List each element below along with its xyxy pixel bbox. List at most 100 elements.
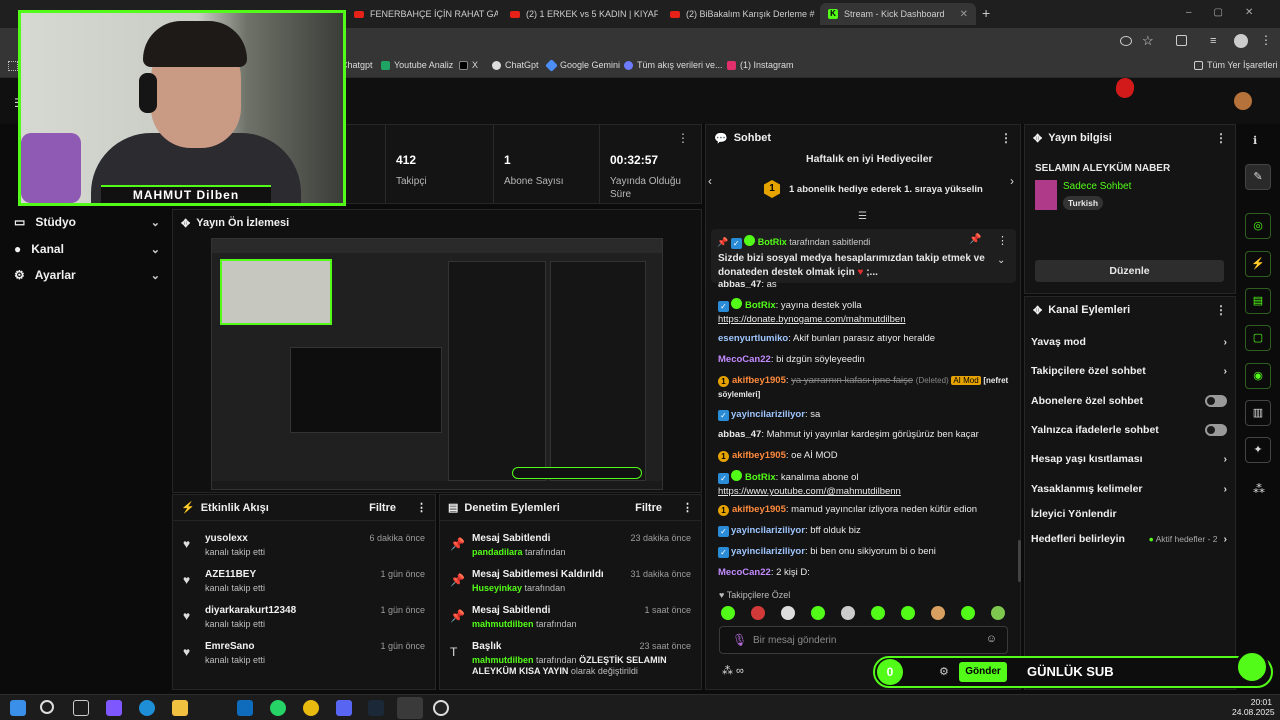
action-set-goals[interactable]: Hedefleri belirleyin ● Aktif hedefler - 2… [1031, 533, 1227, 545]
discord-icon[interactable] [336, 700, 352, 716]
action-account-age[interactable]: Hesap yaşı kısıtlaması › [1031, 453, 1227, 465]
file-explorer-icon[interactable] [172, 700, 188, 716]
avatar[interactable] [1234, 34, 1248, 48]
chat-user[interactable]: abbas_47 [718, 429, 761, 440]
bolt-icon[interactable]: ⚡ [1245, 251, 1271, 277]
steam-icon[interactable] [368, 700, 384, 716]
bookmark[interactable]: Tüm akış verileri ve... [624, 60, 723, 70]
whatsapp-icon[interactable] [270, 700, 286, 716]
points-icon[interactable]: ⁂ ∞ [722, 664, 744, 677]
extensions-icon[interactable] [1176, 35, 1187, 46]
window-controls[interactable]: –▢✕ [1186, 7, 1275, 18]
chrome-icon[interactable] [303, 700, 319, 716]
star-icon[interactable]: ☆ [1142, 33, 1154, 49]
layout-icon[interactable]: ▥ [1245, 400, 1271, 426]
new-tab-button[interactable]: + [982, 5, 990, 21]
more-icon[interactable]: ⋮ [416, 501, 427, 514]
chevron-down-icon[interactable]: ⌄ [997, 255, 1005, 266]
broadcast-icon[interactable]: ◉ [1245, 363, 1271, 389]
chat-scrollbar[interactable] [1018, 540, 1021, 582]
bookmark[interactable]: ChatGpt [492, 60, 539, 70]
emote[interactable] [991, 606, 1005, 620]
emote[interactable] [961, 606, 975, 620]
action-emote-only[interactable]: Yalnızca ifadelerle sohbet [1031, 424, 1227, 436]
action-slow-mode[interactable]: Yavaş mod › [1031, 336, 1227, 348]
apps-icon[interactable]: ⁂ [1253, 482, 1265, 496]
chrome-active-icon[interactable] [397, 697, 423, 719]
toggle-switch[interactable] [1205, 395, 1227, 407]
chat-input[interactable]: 🎙 Bir mesaj gönderin ☺ [719, 626, 1008, 654]
collapse-icon[interactable]: ☰ [858, 211, 867, 222]
emote[interactable] [871, 606, 885, 620]
windows-start-icon[interactable] [10, 700, 26, 716]
filter-button[interactable]: Filtre [369, 502, 396, 514]
document-icon[interactable]: ▤ [1245, 288, 1271, 314]
playlist-icon[interactable]: ≡ [1210, 35, 1216, 47]
chat-user[interactable]: abbas_47 [718, 279, 761, 290]
browser-tab[interactable]: (2) BiBakalım Karışık Derleme #✕ [662, 3, 818, 25]
action-banned-words[interactable]: Yasaklanmış kelimeler › [1031, 483, 1227, 495]
chat-user[interactable]: akifbey1905 [732, 504, 786, 515]
chat-user[interactable]: BotRix [745, 472, 776, 483]
eye-slash-icon[interactable] [1120, 36, 1132, 46]
obs-icon[interactable] [433, 700, 449, 716]
emote[interactable] [901, 606, 915, 620]
chat-user[interactable]: akifbey1905 [732, 375, 786, 386]
outlook-icon[interactable] [237, 700, 253, 716]
action-followers-only[interactable]: Takipçilere özel sohbet › [1031, 365, 1227, 377]
clock[interactable]: 20:01 24.08.2025 [1232, 697, 1275, 717]
chat-user[interactable]: yayincilariziliyor [731, 409, 805, 420]
action-subscribers-only[interactable]: Abonelere özel sohbet [1031, 395, 1227, 407]
all-bookmarks[interactable]: Tüm Yer İşaretleri [1194, 60, 1278, 70]
chat-user[interactable]: MecoCan22 [718, 567, 771, 578]
edit-button[interactable]: Düzenle [1035, 260, 1224, 282]
emote[interactable] [721, 606, 735, 620]
emote[interactable] [931, 606, 945, 620]
chat-user[interactable]: MecoCan22 [718, 354, 771, 365]
more-icon[interactable]: ⋮ [1215, 303, 1227, 317]
browser-tab[interactable]: FENERBAHÇE İÇİN RAHAT GALİ✕ [346, 3, 498, 25]
info-icon[interactable]: ℹ [1253, 134, 1257, 147]
bookmark[interactable]: (1) Instagram [727, 60, 794, 70]
gear-icon[interactable]: ⚙ [939, 665, 949, 678]
filter-button[interactable]: Filtre [635, 502, 662, 514]
browser-tab[interactable]: (2) 1 ERKEK vs 5 KADIN | KIYAFE✕ [502, 3, 658, 25]
pin-icon[interactable]: 📌 [969, 234, 981, 245]
chat-icon[interactable]: ▢ [1245, 325, 1271, 351]
chat-user[interactable]: yayincilariziliyor [731, 546, 805, 557]
bookmark[interactable]: Google Gemini [545, 58, 620, 72]
close-icon[interactable]: ✕ [960, 9, 968, 20]
edit-icon[interactable]: ✎ [1245, 164, 1271, 190]
action-host-viewers[interactable]: İzleyici Yönlendir [1031, 508, 1227, 520]
chat-user[interactable]: BotRix [745, 300, 776, 311]
target-icon[interactable]: ◎ [1245, 213, 1271, 239]
bookmark[interactable]: X [459, 60, 478, 70]
more-icon[interactable]: ⋮ [1215, 131, 1227, 145]
chat-user[interactable]: akifbey1905 [732, 450, 786, 461]
toggle-switch[interactable] [1205, 424, 1227, 436]
emote[interactable] [781, 606, 795, 620]
browser-tab-active[interactable]: K Stream - Kick Dashboard ✕ [820, 3, 976, 25]
emote[interactable] [811, 606, 825, 620]
more-icon[interactable]: ⋮ [997, 234, 1008, 247]
chat-user[interactable]: esenyurtlumiko [718, 333, 788, 344]
category-link[interactable]: Sadece Sohbet [1063, 181, 1131, 192]
avatar[interactable] [1234, 92, 1252, 110]
chevron-left-icon[interactable]: ‹ [708, 174, 712, 188]
menu-icon[interactable]: ⋮ [1260, 33, 1272, 47]
sidebar-item-studio[interactable]: ▭ Stüdyo ⌄ [14, 215, 160, 229]
more-icon[interactable]: ⋮ [682, 501, 693, 514]
emote[interactable] [841, 606, 855, 620]
chevron-right-icon[interactable]: › [1010, 174, 1014, 188]
chat-link[interactable]: https://www.youtube.com/@mahmutdilbenn [718, 486, 901, 497]
microphone-icon[interactable]: 🎙 [732, 633, 747, 647]
send-button[interactable]: Gönder [959, 662, 1007, 682]
bookmark[interactable]: Youtube Analiz [381, 60, 453, 70]
emoji-icon[interactable]: ☺ [986, 633, 997, 645]
apps-icon[interactable] [8, 61, 18, 71]
search-icon[interactable] [40, 700, 54, 714]
chat-link[interactable]: https://donate.bynogame.com/mahmutdilben [718, 314, 905, 325]
sidebar-item-settings[interactable]: ⚙ Ayarlar ⌄ [14, 268, 160, 282]
wrench-icon[interactable]: ✦ [1245, 437, 1271, 463]
preview-video[interactable] [211, 238, 663, 490]
